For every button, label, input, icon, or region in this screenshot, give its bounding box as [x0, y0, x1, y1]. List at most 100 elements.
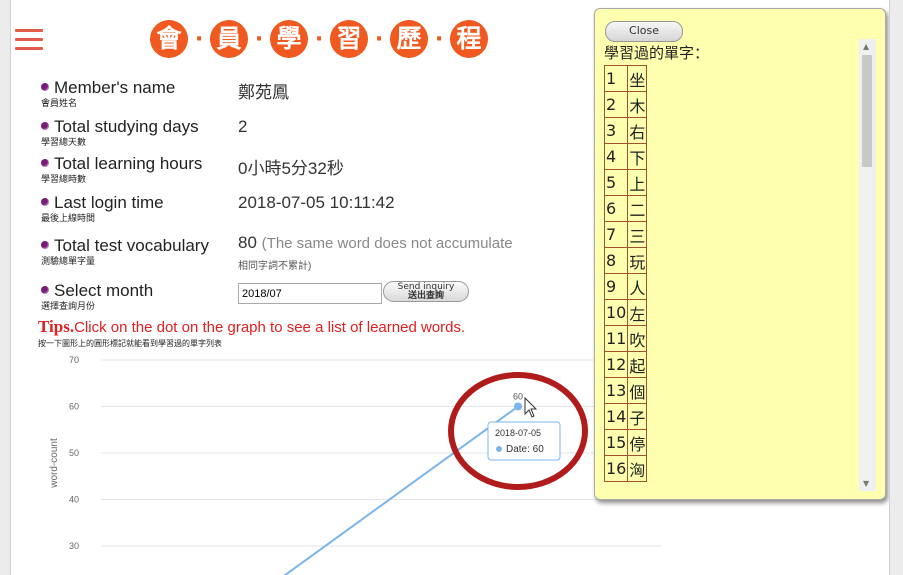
word-char: 左 — [627, 299, 648, 326]
word-index: 8 — [604, 247, 629, 274]
bullet-icon — [41, 82, 49, 91]
y-tick-label: 30 — [69, 541, 79, 551]
word-row: 8玩 — [604, 247, 648, 274]
word-row: 1坐 — [604, 65, 648, 92]
page-title: 會 · 員 · 學 · 習 · 歷 · 程 — [150, 20, 488, 58]
word-index: 5 — [604, 169, 629, 196]
word-row: 11 吹 — [604, 325, 648, 352]
word-char: 個 — [627, 377, 648, 404]
title-char-2: 員 — [210, 20, 248, 58]
scroll-up-icon[interactable]: ▲ — [863, 42, 869, 51]
word-index: 2 — [604, 91, 629, 118]
series-line — [283, 405, 519, 575]
word-char: 右 — [627, 117, 648, 144]
title-char-1: 會 — [150, 20, 188, 58]
word-char: 二 — [627, 195, 648, 222]
studying-days-value: 2 — [238, 117, 248, 136]
word-char: 玩 — [627, 247, 648, 274]
hamburger-menu-icon[interactable] — [15, 29, 43, 53]
mouse-cursor-icon — [524, 396, 538, 418]
word-char: 洶 — [627, 455, 648, 482]
word-char: 人 — [627, 273, 648, 300]
month-input[interactable] — [238, 283, 382, 304]
member-name-value: 鄭苑鳳 — [238, 83, 289, 102]
word-char: 起 — [627, 351, 648, 378]
title-char-3: 學 — [270, 20, 308, 58]
word-index: 15 — [604, 429, 629, 456]
word-row: 3右 — [604, 117, 648, 144]
word-char: 停 — [627, 429, 648, 456]
test-vocabulary-label: Total test vocabulary 測驗總單字量 — [41, 236, 209, 267]
word-index: 16 — [604, 455, 629, 482]
word-char: 吹 — [627, 325, 648, 352]
title-char-5: 歷 — [390, 20, 428, 58]
learned-words-popup: Close 學習過的單字： 1 坐 2 木 3 右 4 下 5 上 6 二 7 三 8 玩 9 人 10 左 11 吹 12… — [594, 8, 886, 500]
tips-text: Tips.Click on the dot on the graph to se… — [38, 317, 466, 336]
word-row: 2木 — [604, 91, 648, 118]
send-inquiry-button[interactable]: Send inquiry 送出查詢 — [383, 281, 469, 302]
word-table: 1 坐 2 木 3 右 4 下 5 上 6 二 7 三 8 玩 9 人 10 左 11 吹 12 起 13 個 14 子 15 停 16 洶 — [604, 65, 648, 482]
title-separator: · — [194, 26, 204, 52]
word-char: 子 — [627, 403, 648, 430]
last-login-label: Last login time 最後上線時間 — [41, 193, 164, 224]
popup-scrollbar[interactable]: ▲ ▼ — [859, 39, 876, 491]
word-row: 14 子 — [604, 403, 648, 430]
scroll-thumb[interactable] — [862, 55, 872, 167]
word-row: 5上 — [604, 169, 648, 196]
word-row: 4下 — [604, 143, 648, 170]
word-index: 9 — [604, 273, 629, 300]
word-index: 10 — [604, 299, 629, 326]
bullet-icon — [41, 285, 49, 294]
learning-hours-value: 0小時5分32秒 — [238, 159, 344, 178]
bullet-icon — [41, 158, 49, 167]
word-row: 12 起 — [604, 351, 648, 378]
vocab-note: (The same word does not accumulate — [261, 235, 513, 252]
word-row: 9人 — [604, 273, 648, 300]
test-vocabulary-value: 80 (The same word does not accumulate — [238, 233, 513, 253]
last-login-value: 2018-07-05 10:11:42 — [238, 193, 395, 212]
y-tick-label: 60 — [69, 402, 79, 412]
word-char: 木 — [627, 91, 648, 118]
word-index: 6 — [604, 195, 629, 222]
word-index: 11 — [604, 325, 629, 352]
word-row: 7三 — [604, 221, 648, 248]
tooltip-marker — [496, 446, 502, 452]
word-index: 14 — [604, 403, 629, 430]
select-month-label: Select month 選擇查詢月份 — [41, 281, 154, 312]
title-separator: · — [314, 26, 324, 52]
data-label: 60 — [513, 392, 523, 402]
close-button[interactable]: Close — [605, 21, 683, 42]
scroll-down-icon[interactable]: ▼ — [863, 479, 869, 488]
word-table-wrap: 1 坐 2 木 3 右 4 下 5 上 6 二 7 三 8 玩 9 人 10 左 11 吹 12 起 13 個 14 子 15 停 16 洶 — [604, 65, 854, 495]
bullet-icon — [41, 121, 49, 130]
learning-hours-label: Total learning hours 學習總時數 — [41, 154, 203, 185]
word-row: 15 停 — [604, 429, 648, 456]
word-index: 4 — [604, 143, 629, 170]
word-char: 坐 — [627, 65, 648, 92]
member-name-label: Member's name 會員姓名 — [41, 78, 176, 109]
y-tick-label: 70 — [69, 355, 79, 365]
bullet-icon — [41, 197, 49, 206]
studying-days-label: Total studying days 學習總天數 — [41, 117, 199, 148]
word-index: 12 — [604, 351, 629, 378]
popup-title: 學習過的單字： — [604, 44, 710, 62]
word-char: 下 — [627, 143, 648, 170]
title-char-6: 程 — [450, 20, 488, 58]
bullet-icon — [41, 240, 49, 249]
title-separator: · — [254, 26, 264, 52]
word-index: 3 — [604, 117, 629, 144]
title-separator: · — [434, 26, 444, 52]
tooltip-date: 2018-07-05 — [495, 428, 541, 438]
y-axis-label: word-count — [49, 438, 60, 489]
word-index: 13 — [604, 377, 629, 404]
vocab-count: 80 — [238, 233, 257, 252]
title-char-4: 習 — [330, 20, 368, 58]
y-tick-label: 40 — [69, 495, 79, 505]
data-point[interactable] — [514, 402, 522, 411]
page-canvas: 會 · 員 · 學 · 習 · 歷 · 程 Member's name 會員姓名 鄭苑鳳 Total… — [10, 0, 890, 575]
tips-text-zh: 按一下圖形上的圓形標記就能看到學習過的單字列表 — [38, 339, 222, 348]
vocab-note-zh: 相同字詞不累計) — [238, 261, 312, 272]
word-index: 7 — [604, 221, 629, 248]
title-separator: · — [374, 26, 384, 52]
send-inquiry-label-zh: 送出查詢 — [407, 291, 444, 301]
